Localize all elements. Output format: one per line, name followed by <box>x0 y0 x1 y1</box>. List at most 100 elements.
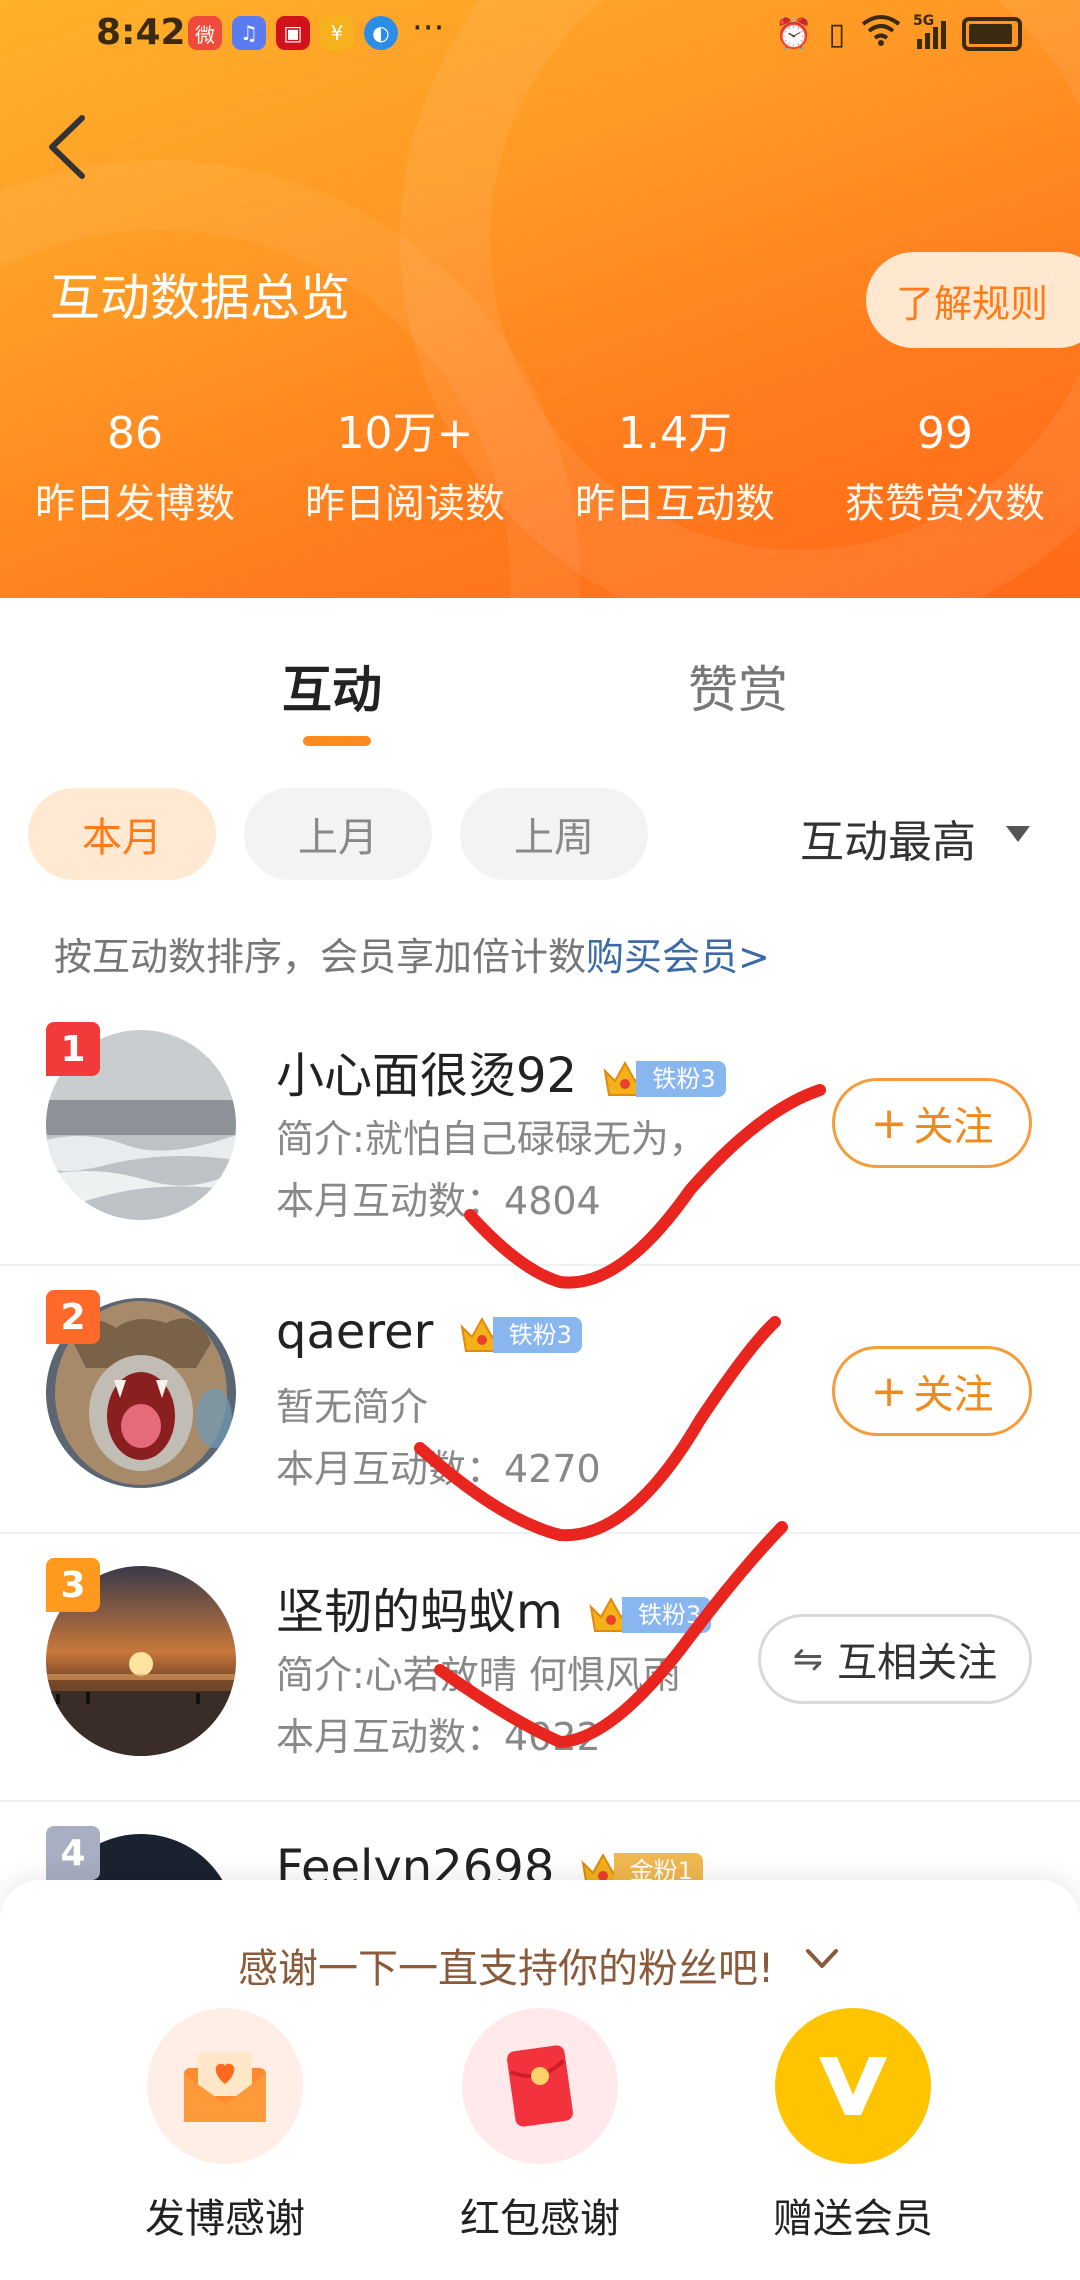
hint-text: 按互动数排序，会员享加倍计数 <box>54 935 587 979</box>
fan-bio: 简介:心若放晴 何惧风雨 <box>276 1653 681 1697</box>
fan-name[interactable]: 坚韧的蚂蚁m 铁粉3 <box>276 1572 712 1642</box>
rank-badge: 4 <box>46 1826 100 1880</box>
badge-label: 铁粉3 <box>622 1597 712 1633</box>
envelope-heart-icon <box>147 2008 303 2164</box>
chevron-down-icon[interactable] <box>804 1946 840 1972</box>
alarm-icon: ⏰ <box>775 16 813 52</box>
fan-row[interactable]: 3 坚韧的蚂蚁m 铁粉3 简介:心若放晴 何惧风雨 本月互动数：4022 ⇋ 互相… <box>0 1536 1080 1802</box>
vip-v-icon <box>775 2008 931 2164</box>
system-icons: ⏰ ▯ 5G <box>775 13 1022 54</box>
swap-arrows-icon: ⇋ <box>792 1638 824 1680</box>
mutual-follow-button[interactable]: ⇋ 互相关注 <box>758 1614 1032 1704</box>
follow-label: 关注 <box>913 1104 994 1150</box>
app-icon: ▣ <box>276 16 310 50</box>
stat-value: 10万+ <box>336 408 474 459</box>
stat-label: 昨日阅读数 <box>305 481 505 527</box>
page-title: 互动数据总览 <box>50 269 350 327</box>
fan-level-badge: 铁粉3 <box>459 1313 582 1357</box>
battery-icon <box>962 17 1022 51</box>
badge-label: 铁粉3 <box>492 1317 582 1353</box>
filter-last-week[interactable]: 上周 <box>460 788 648 880</box>
sort-dropdown[interactable]: 互动最高 <box>800 806 976 870</box>
fan-name[interactable]: qaerer 铁粉3 <box>276 1304 582 1360</box>
stats-header: 8:42 微 ♫ ▣ ¥ ◐ ··· ⏰ ▯ 5G 互动数据总览 了解规则 86… <box>0 0 1080 598</box>
fan-name-text: qaerer <box>276 1304 434 1360</box>
red-packet-thanks-action[interactable]: 红包感谢 <box>415 2008 665 2244</box>
status-bar: 8:42 微 ♫ ▣ ¥ ◐ ··· ⏰ ▯ 5G <box>0 0 1080 72</box>
follow-button[interactable]: + 关注 <box>832 1346 1032 1436</box>
stat-rewards: 99 获赞赏次数 <box>810 405 1080 533</box>
stat-posts: 86 昨日发博数 <box>0 405 270 533</box>
fan-row[interactable]: 1 小心面很烫92 铁粉3 简介:就怕自己碌碌无为， 本月互动数：4804 + 关… <box>0 1000 1080 1266</box>
tab-interaction[interactable]: 互动 <box>282 650 382 722</box>
fan-name-text: 坚韧的蚂蚁m <box>276 1584 563 1640</box>
fan-level-badge: 铁粉3 <box>588 1593 712 1637</box>
buy-vip-link[interactable]: 购买会员> <box>586 935 770 979</box>
wifi-icon <box>861 14 901 54</box>
red-packet-app-icon: ¥ <box>320 16 354 50</box>
gift-vip-action[interactable]: 赠送会员 <box>728 2008 978 2244</box>
network-type: 5G <box>913 13 935 29</box>
rank-badge: 2 <box>46 1290 100 1344</box>
fan-row[interactable]: 2 qaerer 铁粉3 暂无简介 本月互动数：4270 + 关注 <box>0 1268 1080 1534</box>
fan-level-badge: 铁粉3 <box>602 1057 726 1101</box>
signal-icon: 5G <box>913 13 946 49</box>
plus-icon: + <box>870 1365 908 1417</box>
weibo-icon: 微 <box>188 16 222 50</box>
filter-last-month[interactable]: 上月 <box>244 788 432 880</box>
thanks-sheet: 感谢一下一直支持你的粉丝吧! 发博感谢 红包感谢 赠送会员 <box>0 1880 1080 2280</box>
sort-hint: 按互动数排序，会员享加倍计数购买会员> <box>54 926 770 981</box>
stats-row: 86 昨日发博数 10万+ 昨日阅读数 1.4万 昨日互动数 99 获赞赏次数 <box>0 405 1080 533</box>
count-value: 4270 <box>504 1447 601 1491</box>
stat-reads: 10万+ 昨日阅读数 <box>270 405 540 533</box>
plus-icon: + <box>870 1097 908 1149</box>
music-icon: ♫ <box>232 16 266 50</box>
fan-name[interactable]: 小心面很烫92 铁粉3 <box>276 1036 726 1106</box>
more-notifications-icon: ··· <box>412 8 445 48</box>
badge-label: 铁粉3 <box>636 1061 726 1097</box>
vibrate-icon: ▯ <box>828 16 845 52</box>
action-label: 发博感谢 <box>145 2196 305 2242</box>
notification-icons: 微 ♫ ▣ ¥ ◐ <box>188 16 398 50</box>
stat-label: 获赞赏次数 <box>845 481 1045 527</box>
fan-name-text: 小心面很烫92 <box>276 1048 578 1104</box>
count-value: 4804 <box>504 1179 601 1223</box>
back-button[interactable] <box>44 112 92 182</box>
divider <box>0 1264 1080 1266</box>
divider <box>0 1800 1080 1802</box>
stat-label: 昨日互动数 <box>575 481 775 527</box>
filter-this-month[interactable]: 本月 <box>28 788 216 880</box>
tab-indicator <box>303 736 371 746</box>
follow-button[interactable]: + 关注 <box>832 1078 1032 1168</box>
action-label: 红包感谢 <box>460 2196 620 2242</box>
rules-button[interactable]: 了解规则 <box>866 252 1080 348</box>
fan-bio: 暂无简介 <box>276 1385 429 1429</box>
status-time: 8:42 <box>96 12 186 53</box>
fan-interaction-count: 本月互动数：4804 <box>276 1170 601 1225</box>
fan-bio: 简介:就怕自己碌碌无为， <box>276 1117 707 1161</box>
tab-reward[interactable]: 赞赏 <box>688 650 788 722</box>
count-label: 本月互动数： <box>276 1447 505 1491</box>
stat-value: 99 <box>917 408 973 459</box>
rank-badge: 1 <box>46 1022 100 1076</box>
follow-label: 关注 <box>913 1372 994 1418</box>
caret-down-icon[interactable] <box>1006 826 1030 842</box>
red-packet-icon <box>462 2008 618 2164</box>
divider <box>0 1532 1080 1534</box>
fan-interaction-count: 本月互动数：4022 <box>276 1706 601 1761</box>
fan-interaction-count: 本月互动数：4270 <box>276 1438 601 1493</box>
rank-badge: 3 <box>46 1558 100 1612</box>
browser-icon: ◐ <box>364 16 398 50</box>
chevron-left-icon <box>49 115 85 179</box>
mutual-follow-label: 互相关注 <box>837 1640 998 1686</box>
post-thanks-action[interactable]: 发博感谢 <box>100 2008 350 2244</box>
sheet-title: 感谢一下一直支持你的粉丝吧! <box>238 1946 775 1992</box>
action-label: 赠送会员 <box>773 2196 933 2242</box>
count-label: 本月互动数： <box>276 1715 505 1759</box>
stat-value: 86 <box>107 408 163 459</box>
stat-label: 昨日发博数 <box>35 481 235 527</box>
count-value: 4022 <box>504 1715 601 1759</box>
stat-interactions: 1.4万 昨日互动数 <box>540 405 810 533</box>
stat-value: 1.4万 <box>618 408 732 459</box>
count-label: 本月互动数： <box>276 1179 505 1223</box>
